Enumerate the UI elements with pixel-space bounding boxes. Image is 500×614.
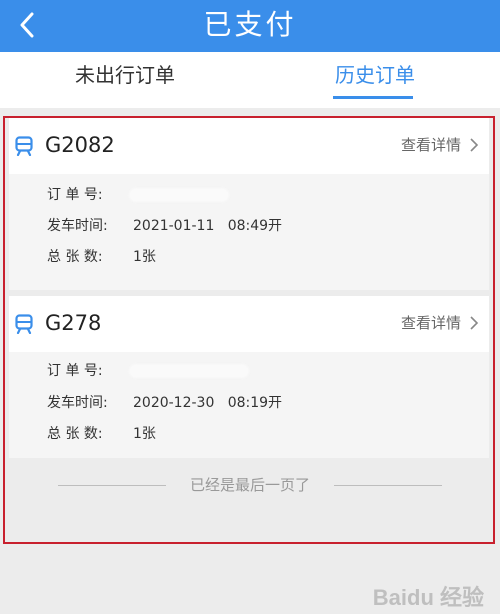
train-number: G2082 <box>45 133 115 157</box>
ticket-count-row: 总 张 数: 1张 <box>47 246 156 268</box>
order-number-row: 订 单 号: <box>47 360 133 382</box>
watermark-text: Baidu 经验 <box>372 585 484 610</box>
view-details-label: 查看详情 <box>400 136 461 154</box>
ticket-count-value: 1张 <box>133 249 156 265</box>
order-tabs: 未出行订单 历史订单 <box>0 52 500 108</box>
departure-row: 发车时间: 2020-12-30 08:19开 <box>47 392 282 414</box>
redacted-order-number <box>129 364 249 378</box>
chevron-right-icon <box>470 138 479 152</box>
train-number: G278 <box>45 311 102 335</box>
ticket-count-value: 1张 <box>133 426 156 442</box>
divider-right <box>334 485 442 486</box>
order-card-header: G278 查看详情 <box>9 296 489 352</box>
app-header: 已支付 <box>0 0 500 52</box>
order-card[interactable]: G278 查看详情 订 单 号: 发车时间: 2020-12-30 08:19开… <box>9 296 489 458</box>
view-details-link[interactable]: 查看详情 <box>401 133 479 157</box>
train-icon <box>15 314 33 334</box>
train-icon <box>15 136 33 156</box>
order-number-label: 订 单 号: <box>47 187 103 203</box>
ticket-count-label: 总 张 数: <box>47 426 103 442</box>
active-tab-indicator <box>333 96 413 99</box>
departure-value: 2021-01-11 08:49开 <box>133 218 283 234</box>
order-card[interactable]: G2082 查看详情 订 单 号: 发车时间: 2021-01-11 08:49… <box>9 118 489 290</box>
chevron-right-icon <box>470 316 479 330</box>
ticket-count-label: 总 张 数: <box>47 249 103 265</box>
order-number-label: 订 单 号: <box>47 363 103 379</box>
order-number-row: 订 单 号: <box>47 184 133 206</box>
tab-history-orders[interactable]: 历史订单 <box>250 52 500 108</box>
departure-value: 2020-12-30 08:19开 <box>133 395 283 411</box>
end-of-list-indicator: 已经是最后一页了 <box>58 474 442 496</box>
order-card-header: G2082 查看详情 <box>9 118 489 174</box>
departure-row: 发车时间: 2021-01-11 08:49开 <box>47 215 282 237</box>
view-details-link[interactable]: 查看详情 <box>401 311 479 335</box>
ticket-count-row: 总 张 数: 1张 <box>47 423 156 445</box>
tab-upcoming-orders[interactable]: 未出行订单 <box>0 52 250 108</box>
page-title: 已支付 <box>203 8 297 41</box>
baidu-watermark: Baidu 经验 <box>373 580 484 612</box>
departure-label: 发车时间: <box>47 395 108 411</box>
view-details-label: 查看详情 <box>400 314 461 332</box>
departure-label: 发车时间: <box>47 218 108 234</box>
redacted-order-number <box>129 188 229 202</box>
